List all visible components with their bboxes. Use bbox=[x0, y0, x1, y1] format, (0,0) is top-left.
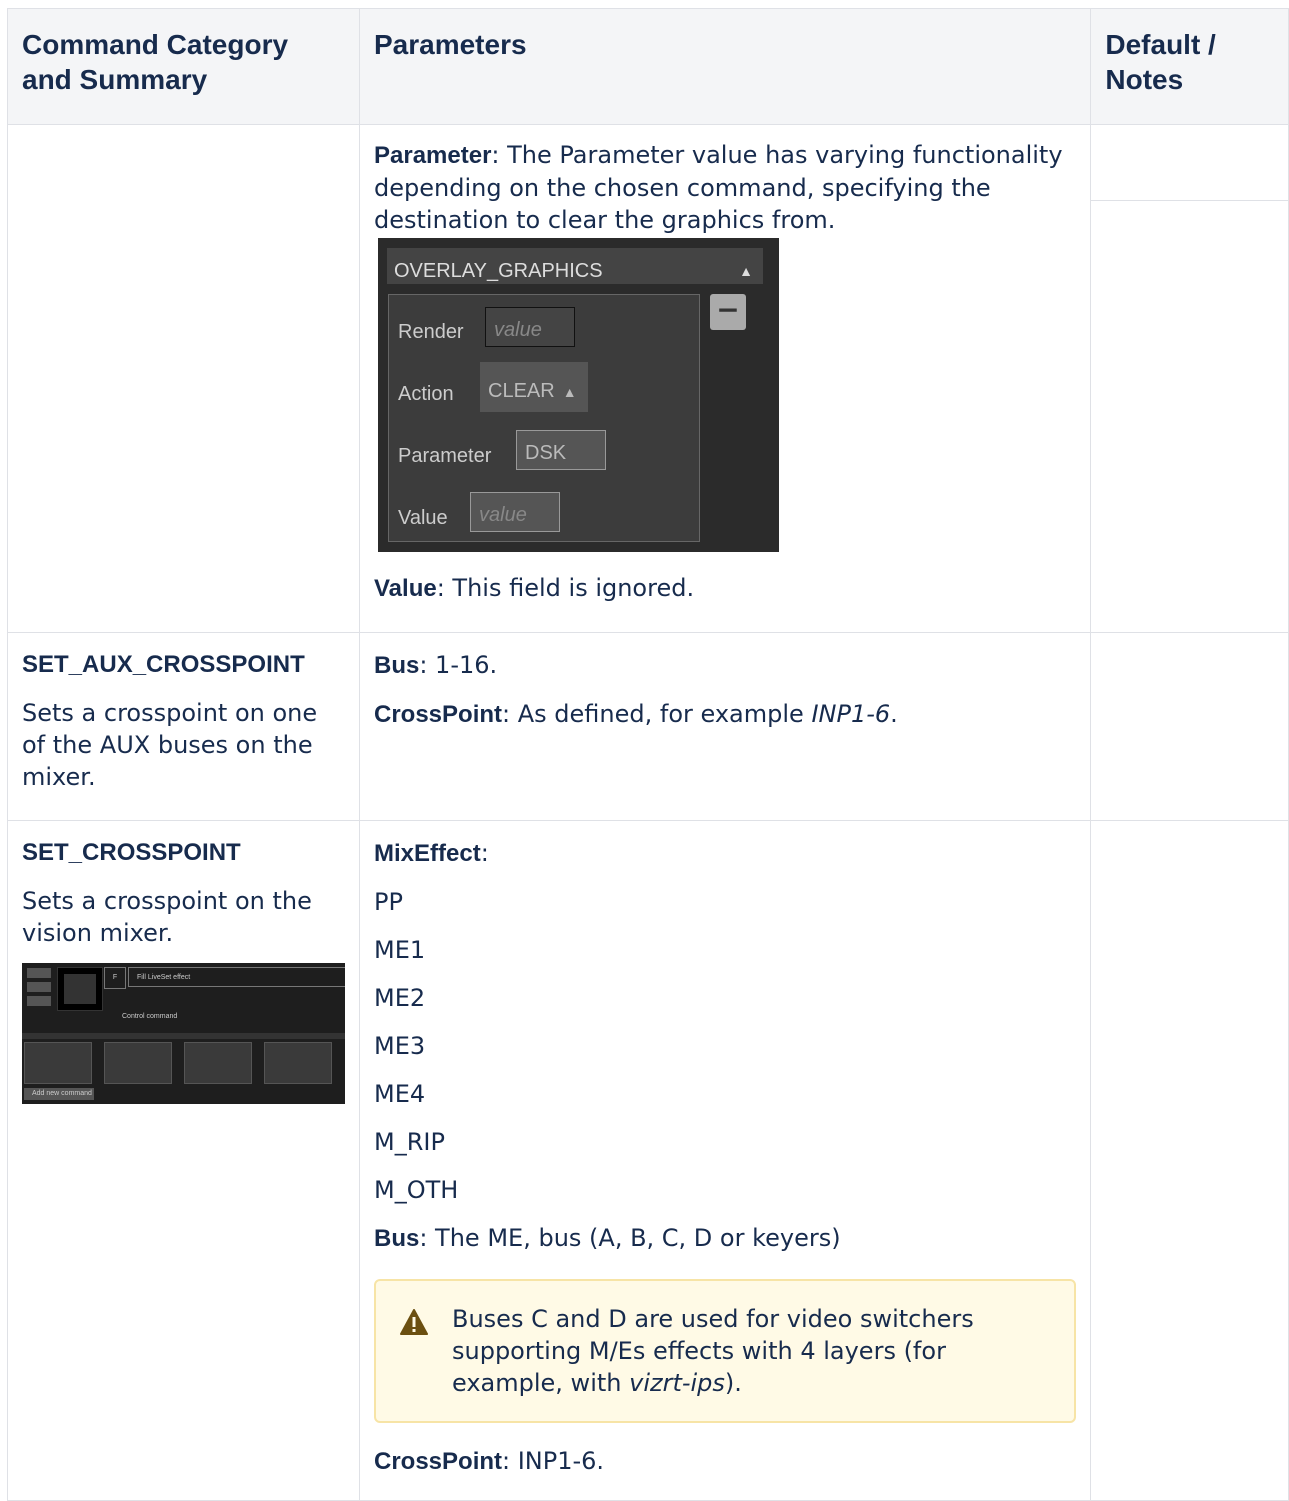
mixeffect-option: ME1 bbox=[374, 936, 426, 964]
table-row: Parameter: The Parameter value has varyi… bbox=[7, 124, 1289, 633]
thumb-title: Fill LiveSet effect bbox=[128, 967, 345, 987]
remove-button: − bbox=[710, 294, 746, 330]
table-header-row: Command Category and Summary Parameters … bbox=[7, 8, 1289, 125]
header-parameters: Parameters bbox=[358, 8, 1092, 125]
parameter-field: DSK bbox=[516, 430, 606, 470]
thumb-control: Control command bbox=[122, 1013, 178, 1020]
command-name: SET_CROSSPOINT bbox=[22, 839, 241, 866]
parameter-label: Parameter bbox=[398, 445, 492, 467]
bus-description: Bus: The ME, bus (A, B, C, D or keyers) bbox=[374, 1224, 841, 1252]
crosspoint-description: CrossPoint: As defined, for example INP1… bbox=[374, 700, 898, 728]
cell-notes bbox=[1090, 820, 1289, 1501]
thumb-add-button: Add new command bbox=[24, 1088, 94, 1100]
mixeffect-option: ME4 bbox=[374, 1080, 426, 1108]
render-field: value bbox=[485, 307, 575, 347]
mixeffect-option: ME3 bbox=[374, 1032, 426, 1060]
chevron-updown-icon: ▲ bbox=[562, 384, 577, 400]
cell-command: SET_AUX_CROSSPOINT Sets a crosspoint on … bbox=[7, 632, 360, 821]
value-description: Value: This field is ignored. bbox=[374, 574, 695, 602]
divider bbox=[1091, 125, 1288, 201]
cell-empty bbox=[7, 124, 360, 633]
mixeffect-option: PP bbox=[374, 888, 403, 916]
action-select: CLEAR ▲ bbox=[480, 362, 588, 412]
command-table: Command Category and Summary Parameters … bbox=[7, 8, 1289, 1501]
command-name: SET_AUX_CROSSPOINT bbox=[22, 651, 305, 678]
command-select: OVERLAY_GRAPHICS ▲ bbox=[387, 248, 763, 284]
command-summary: Sets a crosspoint on one of the AUX buse… bbox=[22, 699, 318, 791]
mixeffect-option: ME2 bbox=[374, 984, 426, 1012]
cell-notes bbox=[1090, 632, 1289, 821]
crosspoint-thumbnail: F Fill LiveSet effect Control command Ad… bbox=[22, 963, 345, 1104]
table-row: SET_AUX_CROSSPOINT Sets a crosspoint on … bbox=[7, 632, 1289, 821]
value-label: Value bbox=[398, 507, 448, 529]
tab-f: F bbox=[104, 967, 126, 989]
action-label: Action bbox=[398, 383, 454, 405]
warning-panel: Buses C and D are used for video switche… bbox=[374, 1279, 1077, 1423]
render-label: Render bbox=[398, 321, 464, 343]
crosspoint-description: CrossPoint: INP1-6. bbox=[374, 1447, 605, 1475]
overlay-graphics-screenshot: OVERLAY_GRAPHICS ▲ − Render value Action… bbox=[378, 238, 779, 552]
bus-description: Bus: 1-16. bbox=[374, 651, 498, 679]
mixeffect-option: M_RIP bbox=[374, 1128, 445, 1156]
cell-parameters: Parameter: The Parameter value has varyi… bbox=[358, 124, 1092, 633]
cell-parameters: MixEffect: PP ME1 ME2 ME3 ME4 M_RIP M_OT… bbox=[358, 820, 1092, 1501]
mixeffect-description: MixEffect: bbox=[374, 839, 489, 867]
chevron-updown-icon: ▲ bbox=[739, 263, 753, 279]
warning-icon bbox=[400, 1309, 428, 1335]
cell-parameters: Bus: 1-16. CrossPoint: As defined, for e… bbox=[358, 632, 1092, 821]
cell-notes bbox=[1090, 124, 1289, 633]
table-row: SET_CROSSPOINT Sets a crosspoint on the … bbox=[7, 820, 1289, 1501]
header-default-notes: Default / Notes bbox=[1090, 8, 1289, 125]
header-command-category: Command Category and Summary bbox=[7, 8, 360, 125]
value-field: value bbox=[470, 492, 560, 532]
mixeffect-option: M_OTH bbox=[374, 1176, 459, 1204]
parameter-description: Parameter: The Parameter value has varyi… bbox=[374, 141, 1063, 234]
command-summary: Sets a crosspoint on the vision mixer. bbox=[22, 887, 312, 947]
cell-command: SET_CROSSPOINT Sets a crosspoint on the … bbox=[7, 820, 360, 1501]
